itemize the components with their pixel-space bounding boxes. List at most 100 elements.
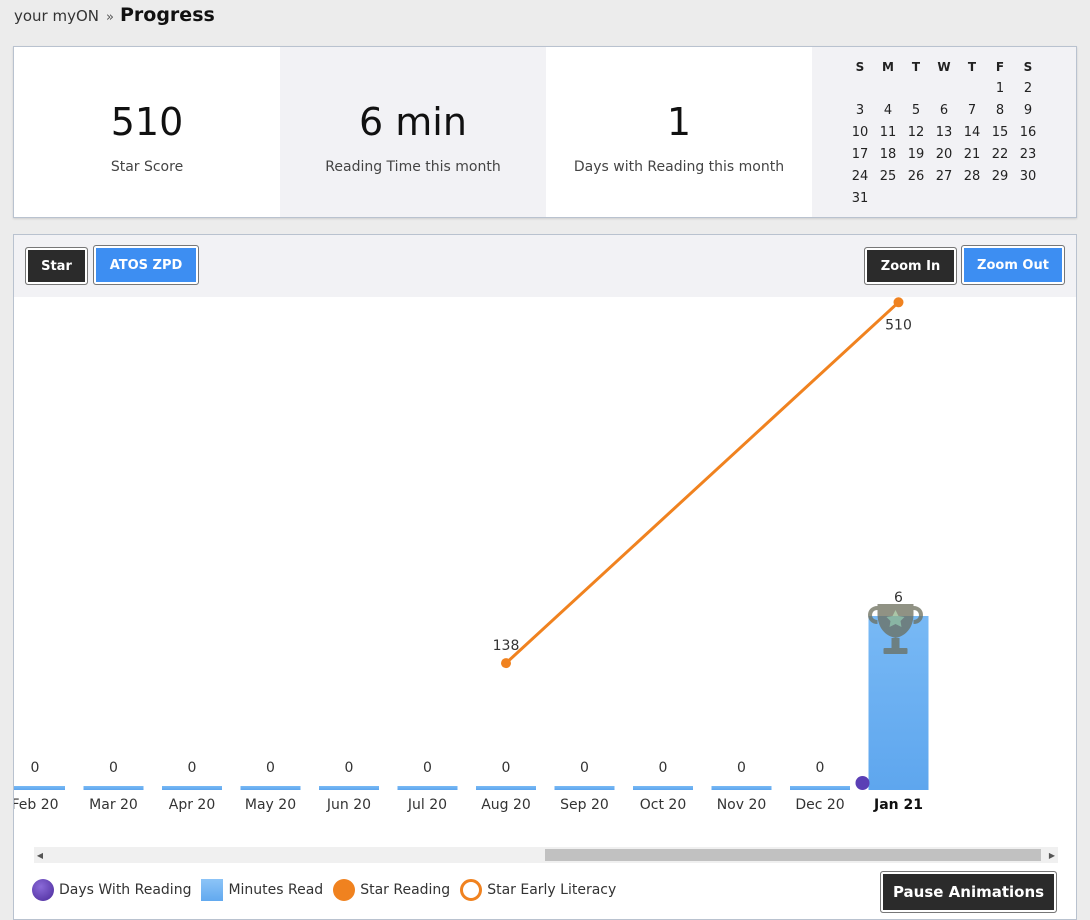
calendar-weekday: S [855, 60, 865, 74]
calendar-day: 23 [1019, 147, 1037, 162]
bar-value-label: 0 [737, 760, 746, 776]
calendar-day: 7 [967, 103, 977, 118]
calendar-weekday: T [911, 60, 921, 74]
calendar-blank [902, 78, 930, 100]
calendar-weekday: W [937, 60, 951, 74]
minutes-bar [397, 786, 458, 790]
calendar-day: 25 [879, 169, 897, 184]
calendar-weekday: S [1023, 60, 1033, 74]
calendar-day: 16 [1019, 125, 1037, 140]
calendar-blank [846, 78, 874, 100]
atos-zpd-button[interactable]: ATOS ZPD [93, 245, 199, 285]
calendar-blank [930, 78, 958, 100]
reading-days-label: Days with Reading this month [573, 159, 785, 175]
calendar-day: 22 [991, 147, 1009, 162]
bar-value-label: 0 [659, 760, 668, 776]
legend-swatch-early [460, 879, 483, 901]
calendar-day: 15 [991, 125, 1009, 140]
month-calendar: S M T W T F S 1 2 3 4 5 6 7 8 9 10 11 12 13 14 15 16 17 18 19 20 21… [812, 47, 1076, 217]
star-button[interactable]: Star [25, 247, 88, 285]
calendar-day: 3 [855, 103, 865, 118]
legend-item-days[interactable]: Days With Reading [32, 879, 191, 901]
chart-toolbar: Star ATOS ZPD Zoom In Zoom Out [14, 235, 1076, 297]
days-with-reading-marker [855, 776, 870, 790]
calendar-day: 17 [851, 147, 869, 162]
pause-animations-button[interactable]: Pause Animations [880, 871, 1057, 913]
minutes-bar [476, 786, 536, 790]
x-axis-label: Feb 20 [14, 797, 59, 813]
calendar-weekday: F [995, 60, 1005, 74]
scrollbar-thumb[interactable] [545, 849, 1041, 861]
calendar-day: 11 [879, 125, 897, 140]
star-reading-point [893, 297, 904, 308]
breadcrumb: your myON » Progress [14, 4, 215, 28]
zoom-in-button[interactable]: Zoom In [864, 247, 957, 285]
star-score-value: 510 [110, 100, 184, 144]
progress-chart: 0n 200Feb 200Mar 200Apr 200May 200Jun 20… [14, 297, 929, 813]
chart-scrollbar[interactable]: ◀ ▶ [34, 847, 1058, 863]
x-axis-label: Mar 20 [89, 797, 138, 813]
minutes-bar [790, 786, 850, 790]
zoom-out-button[interactable]: Zoom Out [961, 245, 1065, 285]
calendar-day: 2 [1023, 81, 1033, 96]
minutes-bar [554, 786, 615, 790]
calendar-day: 9 [1023, 103, 1033, 118]
x-axis-label: Jun 20 [326, 797, 371, 813]
reading-time-value: 6 min [359, 100, 467, 144]
calendar-day: 14 [963, 125, 981, 140]
scroll-right-icon[interactable]: ▶ [1046, 847, 1058, 863]
progress-chart-panel: Star ATOS ZPD Zoom In Zoom Out 0n 200Feb… [13, 234, 1077, 920]
calendar-day: 10 [851, 125, 869, 140]
calendar-day: 21 [963, 147, 981, 162]
bar-value-label: 0 [31, 760, 40, 776]
x-axis-label: Apr 20 [169, 797, 215, 813]
minutes-bar [14, 786, 65, 790]
breadcrumb-parent-link[interactable]: your myON [14, 7, 99, 25]
legend-item-minutes[interactable]: Minutes Read [201, 879, 323, 901]
calendar-day: 1 [995, 81, 1005, 96]
minutes-bar [633, 786, 693, 790]
calendar-day: 31 [851, 191, 869, 206]
legend-item-star[interactable]: Star Reading [333, 879, 450, 901]
calendar-day: 6 [939, 103, 949, 118]
bar-value-label: 6 [894, 590, 903, 606]
calendar-day: 12 [907, 125, 925, 140]
reading-time-stat: 6 min Reading Time this month [280, 47, 546, 217]
calendar-day: 20 [935, 147, 953, 162]
star-reading-value-label: 510 [885, 317, 912, 333]
calendar-day: 18 [879, 147, 897, 162]
x-axis-label: Jan 21 [873, 797, 923, 813]
star-reading-point [501, 658, 511, 669]
bar-value-label: 0 [816, 760, 825, 776]
bar-value-label: 0 [109, 760, 118, 776]
minutes-bar [240, 786, 301, 790]
legend-swatch-minutes [201, 879, 224, 901]
scroll-left-icon[interactable]: ◀ [34, 847, 46, 863]
star-reading-line [504, 301, 900, 665]
x-axis-label: Oct 20 [640, 797, 686, 813]
calendar-weekday: T [967, 60, 977, 74]
legend-label: Minutes Read [228, 882, 324, 898]
x-axis-label: Sep 20 [560, 797, 609, 813]
reading-days-stat: 1 Days with Reading this month [546, 47, 812, 217]
calendar-grid: S M T W T F S 1 2 3 4 5 6 7 8 9 10 11 12 13 14 15 16 17 18 19 20 21… [846, 56, 1076, 210]
stats-panel: 510 Star Score 6 min Reading Time this m… [13, 46, 1077, 218]
chart-legend: Days With Reading Minutes Read Star Readin… [32, 877, 626, 903]
x-axis-label: Aug 20 [481, 797, 531, 813]
reading-days-value: 1 [666, 100, 692, 144]
legend-item-early[interactable]: Star Early Literacy [460, 879, 616, 901]
x-axis-label: Nov 20 [717, 797, 767, 813]
calendar-day: 13 [935, 125, 953, 140]
star-score-label: Star Score [110, 159, 184, 175]
calendar-day: 5 [911, 103, 921, 118]
x-axis-label: Jul 20 [407, 797, 447, 813]
bar-value-label: 0 [580, 760, 589, 776]
star-score-stat: 510 Star Score [14, 47, 280, 217]
legend-swatch-days [32, 879, 54, 901]
minutes-bar [711, 786, 772, 790]
calendar-blank [874, 78, 902, 100]
legend-label: Star Reading [360, 882, 451, 898]
page-title: Progress [119, 4, 215, 26]
bar-value-label: 0 [423, 760, 432, 776]
legend-swatch-star [333, 879, 356, 901]
